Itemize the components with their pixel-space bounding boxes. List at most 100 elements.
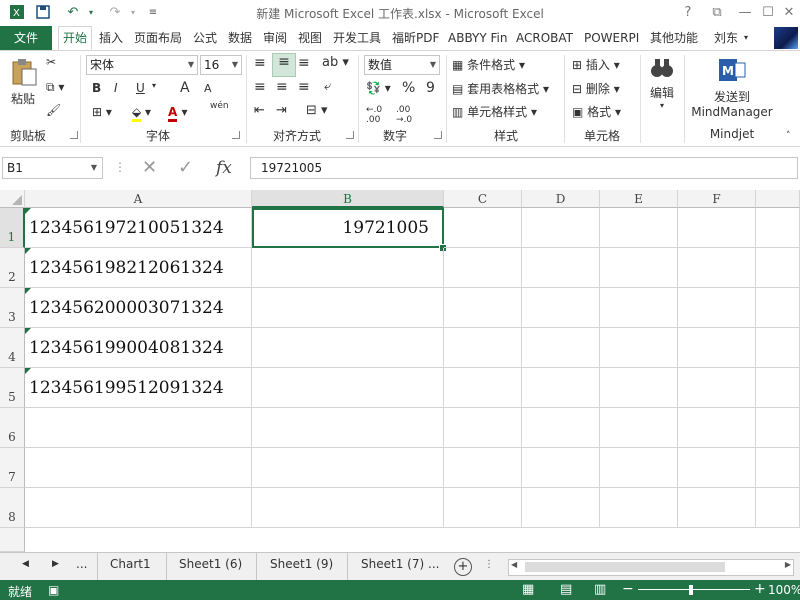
cell-f6[interactable] <box>678 408 756 448</box>
clipboard-launcher-icon[interactable] <box>70 131 78 139</box>
tab-home[interactable]: 开始 <box>58 26 93 50</box>
cancel-icon[interactable]: ✕ <box>142 157 157 178</box>
cell-d6[interactable] <box>522 408 600 448</box>
cell-f8[interactable] <box>678 488 756 528</box>
cell-g2[interactable] <box>756 248 800 288</box>
ribbon-display-button[interactable]: ⧉ <box>706 3 728 23</box>
cell-e2[interactable] <box>600 248 678 288</box>
increase-indent-icon[interactable]: ⇥ <box>276 103 287 118</box>
user-name[interactable]: 刘东 <box>714 26 738 50</box>
cell-b6[interactable] <box>252 408 444 448</box>
cell-d5[interactable] <box>522 368 600 408</box>
tab-file[interactable]: 文件 <box>0 26 52 50</box>
column-header-a[interactable]: A <box>25 190 252 208</box>
cell-a3[interactable]: 123456200003071324 <box>25 288 252 328</box>
column-header-e[interactable]: E <box>600 190 678 208</box>
tab-acrobat[interactable]: ACROBAT <box>516 26 573 50</box>
alignment-launcher-icon[interactable] <box>346 131 354 139</box>
accounting-format-icon[interactable]: 💱 ▾ <box>366 81 391 95</box>
row-header-8[interactable]: 8 <box>0 488 25 528</box>
cell-e8[interactable] <box>600 488 678 528</box>
decrease-decimal-icon[interactable]: .00 →.0 <box>396 105 412 125</box>
tab-foxit-pdf[interactable]: 福昕PDF <box>392 26 439 50</box>
cell-a1[interactable]: 123456197210051324 <box>25 208 252 248</box>
row-header-3[interactable]: 3 <box>0 288 25 328</box>
cell-e1[interactable] <box>600 208 678 248</box>
cell-b3[interactable] <box>252 288 444 328</box>
cell-g8[interactable] <box>756 488 800 528</box>
zoom-level[interactable]: 100% <box>768 583 800 597</box>
cell-c3[interactable] <box>444 288 522 328</box>
tab-abbyy[interactable]: ABBYY Fin <box>448 26 507 50</box>
decrease-indent-icon[interactable]: ⇤ <box>254 103 265 118</box>
cell-g3[interactable] <box>756 288 800 328</box>
cell-styles-button[interactable]: ▥ 单元格样式 ▾ <box>452 103 537 120</box>
tab-page-layout[interactable]: 页面布局 <box>134 26 182 50</box>
delete-cells-button[interactable]: ⊟ 删除 ▾ <box>572 80 620 97</box>
column-header-b[interactable]: B <box>252 190 444 208</box>
zoom-in-icon[interactable]: + <box>754 581 766 597</box>
zoom-out-icon[interactable]: − <box>622 581 634 597</box>
align-bottom-icon[interactable]: ≡ <box>298 55 310 71</box>
orientation-icon[interactable]: ab ▾ <box>322 55 349 70</box>
page-break-view-icon[interactable]: ▥ <box>594 582 606 597</box>
cell-d7[interactable] <box>522 448 600 488</box>
wrap-text-icon[interactable]: ⤶ <box>324 79 331 94</box>
paste-button[interactable]: 粘贴 <box>6 57 40 107</box>
maximize-button[interactable]: ☐ <box>757 3 779 23</box>
align-left-icon[interactable]: ≡ <box>254 79 266 95</box>
collapse-ribbon-icon[interactable]: ˄ <box>786 131 791 141</box>
enter-icon[interactable]: ✓ <box>178 157 193 178</box>
normal-view-icon[interactable]: ▦ <box>522 582 534 597</box>
formula-input[interactable]: 19721005 <box>250 157 798 179</box>
font-name-combo[interactable]: 宋体 ▼ <box>86 55 198 75</box>
cut-icon[interactable]: ✂ <box>46 55 56 69</box>
cell-c4[interactable] <box>444 328 522 368</box>
cell-f4[interactable] <box>678 328 756 368</box>
scroll-left-icon[interactable]: ◀ <box>511 560 517 569</box>
prev-sheet-icon[interactable]: ◀ <box>22 559 29 569</box>
sheet-tab-chart1[interactable]: Chart1 <box>110 557 151 571</box>
cell-d4[interactable] <box>522 328 600 368</box>
cell-f5[interactable] <box>678 368 756 408</box>
cell-g7[interactable] <box>756 448 800 488</box>
tab-formulas[interactable]: 公式 <box>193 26 217 50</box>
border-icon[interactable]: ⊞ ▾ <box>92 105 112 119</box>
cell-e4[interactable] <box>600 328 678 368</box>
cell-a7[interactable] <box>25 448 252 488</box>
number-format-combo[interactable]: 数值 ▼ <box>364 55 440 75</box>
close-button[interactable]: ✕ <box>778 3 800 23</box>
insert-function-icon[interactable]: fx <box>216 158 232 178</box>
name-box[interactable]: B1 ▼ <box>2 157 103 179</box>
sheet-tabs-splitter-icon[interactable]: ⋮ <box>484 559 494 570</box>
align-top-icon[interactable]: ≡ <box>254 55 266 71</box>
cell-g4[interactable] <box>756 328 800 368</box>
italic-button[interactable]: I <box>114 81 118 95</box>
tab-other[interactable]: 其他功能 <box>650 26 698 50</box>
cell-a8[interactable] <box>25 488 252 528</box>
cell-b1[interactable]: 19721005 <box>252 208 444 248</box>
cell-f7[interactable] <box>678 448 756 488</box>
help-button[interactable]: ? <box>677 3 699 23</box>
column-header-f[interactable]: F <box>678 190 756 208</box>
column-header-d[interactable]: D <box>522 190 600 208</box>
column-header-c[interactable]: C <box>444 190 522 208</box>
cell-f3[interactable] <box>678 288 756 328</box>
cell-d2[interactable] <box>522 248 600 288</box>
avatar[interactable] <box>774 27 798 49</box>
comma-style-button[interactable]: 9 <box>426 80 435 96</box>
fill-color-icon[interactable]: ⬙ ▾ <box>132 105 151 122</box>
cell-f1[interactable] <box>678 208 756 248</box>
row-header-4[interactable]: 4 <box>0 328 25 368</box>
row-header-6[interactable]: 6 <box>0 408 25 448</box>
cell-a6[interactable] <box>25 408 252 448</box>
page-layout-view-icon[interactable]: ▤ <box>560 582 572 597</box>
cell-d3[interactable] <box>522 288 600 328</box>
cell-c6[interactable] <box>444 408 522 448</box>
merge-cells-icon[interactable]: ⊟ ▾ <box>306 103 328 118</box>
bold-button[interactable]: B <box>92 81 101 95</box>
cell-e5[interactable] <box>600 368 678 408</box>
cell-a2[interactable]: 123456198212061324 <box>25 248 252 288</box>
font-launcher-icon[interactable] <box>232 131 240 139</box>
number-launcher-icon[interactable] <box>434 131 442 139</box>
